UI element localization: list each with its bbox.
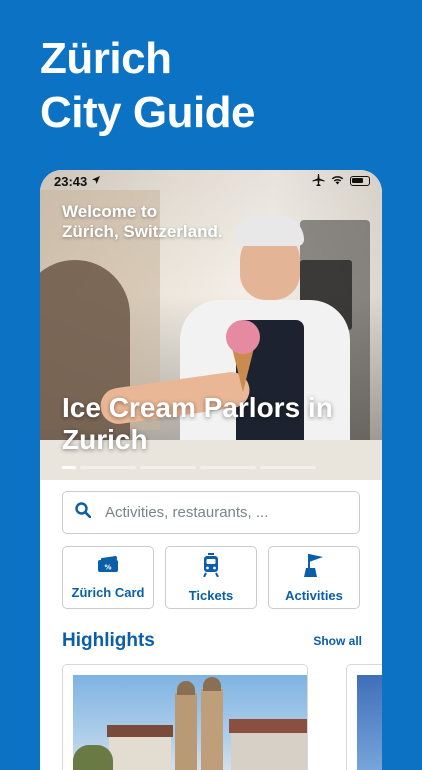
tickets-label: Tickets [188,587,234,603]
image-roof-right [229,719,307,733]
battery-icon [350,176,370,186]
activities-button[interactable]: Activities [268,546,360,609]
hero-title-line2: Zurich [62,424,148,455]
image-building-left [109,735,171,770]
pager-dot[interactable] [260,466,316,469]
tickets-button[interactable]: Tickets [165,546,257,609]
pager-dot[interactable] [80,466,136,469]
hero-banner[interactable]: 23:43 Welcome to Zürich, Switzerland. Ic… [40,170,382,480]
svg-text:%: % [104,563,111,571]
image-tree [73,745,113,770]
activities-label: Activities [285,587,343,603]
search-icon [75,502,92,523]
wifi-icon [331,175,344,188]
flag-icon [303,553,325,582]
image-tower-cap-right [203,677,221,691]
status-time: 23:43 [54,173,88,189]
hero-image-ice-cream [226,320,260,354]
pager-dot[interactable] [200,466,256,469]
quick-actions: % Zürich Card Tickets Activities [62,546,360,609]
highlights-header: Highlights Show all [62,630,362,652]
image-tower-right [201,689,223,770]
welcome-line2: Zürich, Switzerland. [62,222,223,241]
highlight-card[interactable] [62,664,308,770]
highlight-card-next-image [357,675,382,770]
hero-title: Ice Cream Parlors in Zurich [62,392,333,456]
zurich-card-label: Zürich Card [71,584,145,600]
phone-screen: 23:43 Welcome to Zürich, Switzerland. Ic… [40,170,382,770]
image-tower-cap-left [177,681,195,695]
pager-dot[interactable] [140,466,196,469]
image-building-right [231,731,307,770]
image-roof-left [107,725,173,737]
zurich-card-button[interactable]: % Zürich Card [62,546,154,609]
pager-dot[interactable] [62,466,76,469]
search-input[interactable] [103,503,337,522]
welcome-text: Welcome to Zürich, Switzerland. [62,202,223,242]
tram-icon [202,552,220,582]
location-arrow-icon [91,172,101,190]
highlights-title: Highlights [62,630,155,651]
zurich-card-icon: % [96,555,120,579]
highlight-card-next[interactable] [346,664,382,770]
hero-image-cap [234,216,304,246]
welcome-line1: Welcome to [62,202,158,221]
highlight-card-image [73,675,307,770]
search-bar[interactable] [62,491,360,534]
promo-title: Zürich City Guide [40,32,256,140]
airplane-icon [312,173,325,189]
show-all-link[interactable]: Show all [313,634,362,648]
image-tower-left [175,693,197,770]
carousel-pager [62,466,316,469]
status-bar: 23:43 [40,170,382,192]
promo-title-line1: Zürich [40,34,172,83]
hero-title-line1: Ice Cream Parlors in [62,392,333,423]
promo-title-line2: City Guide [40,88,256,137]
